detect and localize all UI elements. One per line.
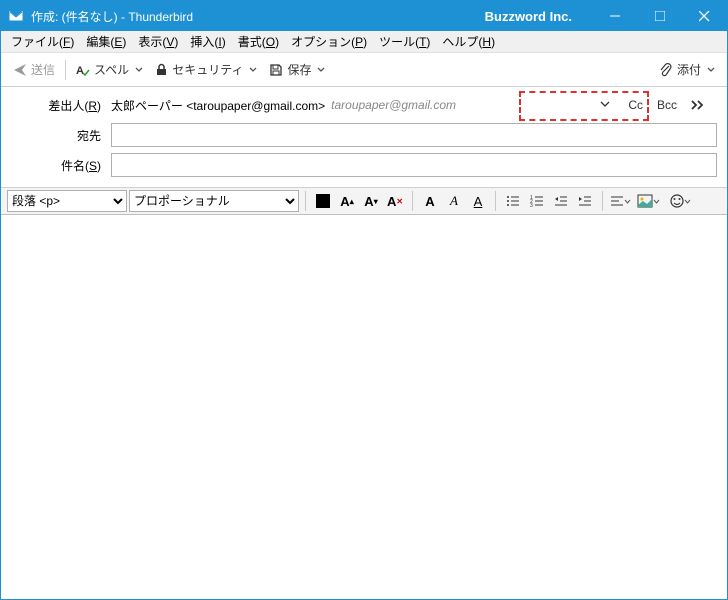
paragraph-select[interactable]: 段落 <p> — [7, 190, 127, 212]
bullet-list-button[interactable] — [502, 190, 524, 212]
bcc-button[interactable]: Bcc — [657, 98, 677, 112]
menu-help[interactable]: ヘルプ(H) — [436, 31, 501, 52]
chevron-down-icon[interactable] — [317, 63, 325, 77]
menu-insert[interactable]: 挿入(I) — [184, 31, 231, 52]
clear-format-button[interactable]: A✕ — [384, 190, 406, 212]
from-email-gray: taroupaper@gmail.com — [331, 98, 456, 112]
titlebar: 作成: (件名なし) - Thunderbird Buzzword Inc. — [1, 1, 727, 31]
align-button[interactable] — [609, 190, 631, 212]
menu-edit[interactable]: 編集(E) — [80, 31, 132, 52]
to-label: 宛先 — [11, 127, 111, 144]
expand-icon[interactable] — [691, 99, 707, 111]
text-color-button[interactable] — [312, 190, 334, 212]
close-button[interactable] — [682, 1, 727, 31]
cc-button[interactable]: Cc — [628, 98, 643, 112]
chevron-down-icon[interactable] — [707, 63, 715, 77]
cc-bcc-group: Cc Bcc — [618, 94, 717, 116]
maximize-button[interactable] — [637, 1, 682, 31]
minimize-button[interactable] — [592, 1, 637, 31]
chevron-down-icon[interactable] — [600, 98, 610, 112]
bold-button[interactable]: A — [419, 190, 441, 212]
numbered-list-button[interactable]: 123 — [526, 190, 548, 212]
spell-icon: A — [76, 63, 90, 77]
security-button[interactable]: セキュリティ — [149, 58, 263, 81]
menu-format[interactable]: 書式(O) — [232, 31, 285, 52]
from-selector[interactable]: 太郎ペーパー <taroupaper@gmail.com> taroupaper… — [111, 97, 600, 114]
font-size-increase-button[interactable]: A▴ — [336, 190, 358, 212]
send-label: 送信 — [31, 61, 55, 78]
toolbar: 送信 A スペル セキュリティ 保存 添付 — [1, 53, 727, 87]
outdent-button[interactable] — [550, 190, 572, 212]
emoji-button[interactable] — [665, 190, 695, 212]
send-icon — [13, 63, 27, 77]
lock-icon — [155, 63, 168, 76]
save-icon — [269, 63, 283, 77]
font-select[interactable]: プロポーショナル — [129, 190, 299, 212]
from-label: 差出人(R) — [11, 97, 111, 114]
save-button[interactable]: 保存 — [263, 58, 331, 81]
subject-label: 件名(S) — [11, 157, 111, 174]
chevron-down-icon[interactable] — [135, 63, 143, 77]
address-area: 差出人(R) 太郎ペーパー <taroupaper@gmail.com> tar… — [1, 87, 727, 187]
app-icon — [7, 7, 25, 25]
chevron-down-icon[interactable] — [249, 63, 257, 77]
security-label: セキュリティ — [172, 61, 243, 78]
from-value: 太郎ペーパー <taroupaper@gmail.com> — [111, 97, 325, 114]
attach-button[interactable]: 添付 — [652, 58, 721, 81]
window-title: 作成: (件名なし) - Thunderbird — [31, 8, 193, 25]
subject-input[interactable] — [111, 153, 717, 177]
menubar: ファイル(F) 編集(E) 表示(V) 挿入(I) 書式(O) オプション(P)… — [1, 31, 727, 53]
font-size-decrease-button[interactable]: A▾ — [360, 190, 382, 212]
menu-view[interactable]: 表示(V) — [132, 31, 184, 52]
spell-label: スペル — [94, 61, 129, 78]
message-body[interactable] — [1, 215, 727, 593]
attach-label: 添付 — [677, 61, 701, 78]
italic-button[interactable]: A — [443, 190, 465, 212]
menu-tools[interactable]: ツール(T) — [373, 31, 436, 52]
paperclip-icon — [658, 62, 673, 77]
svg-text:A: A — [76, 65, 84, 77]
menu-file[interactable]: ファイル(F) — [5, 31, 80, 52]
svg-text:3: 3 — [530, 203, 533, 208]
company-name: Buzzword Inc. — [485, 9, 572, 24]
menu-options[interactable]: オプション(P) — [285, 31, 373, 52]
send-button[interactable]: 送信 — [7, 58, 61, 81]
format-toolbar: 段落 <p> プロポーショナル A▴ A▾ A✕ A A A 123 — [1, 187, 727, 215]
underline-button[interactable]: A — [467, 190, 489, 212]
to-input[interactable] — [111, 123, 717, 147]
insert-image-button[interactable] — [633, 190, 663, 212]
spell-button[interactable]: A スペル — [70, 58, 149, 81]
save-label: 保存 — [287, 61, 311, 78]
indent-button[interactable] — [574, 190, 596, 212]
